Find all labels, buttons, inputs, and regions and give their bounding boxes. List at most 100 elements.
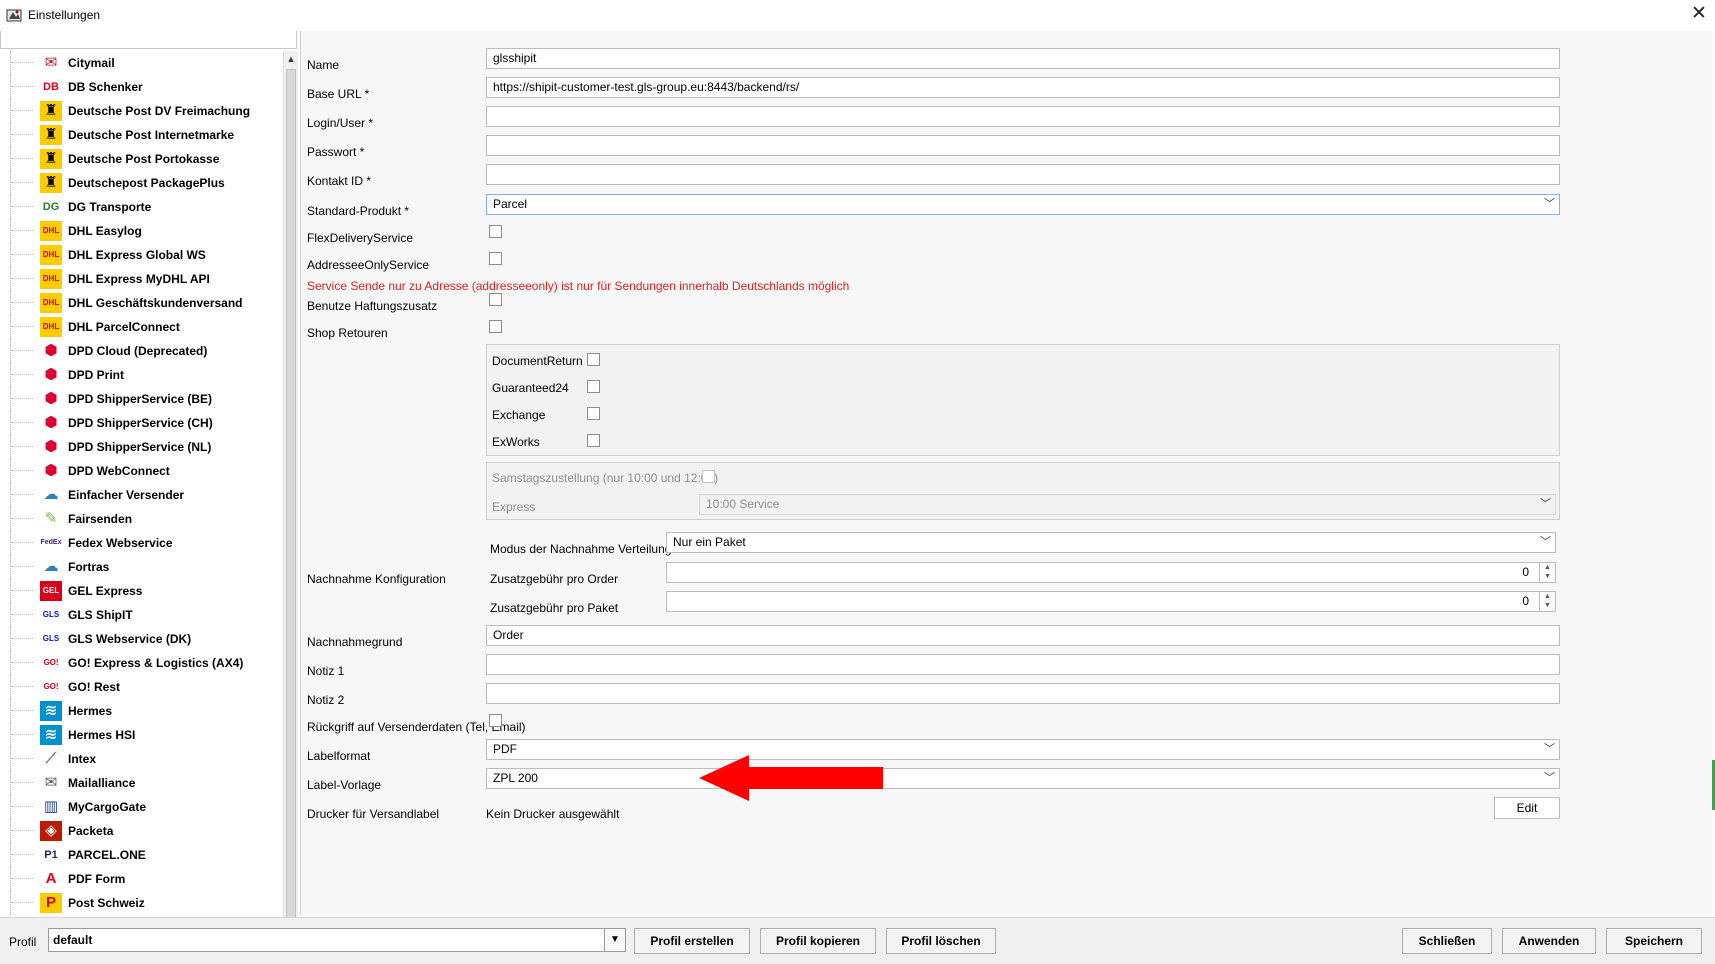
carrier-item[interactable]: A PDF Form (0, 867, 282, 891)
copy-profile-button[interactable]: Profil kopieren (760, 928, 876, 954)
chevron-down-icon[interactable]: ﹀ (1544, 740, 1555, 759)
guaranteed24-checkbox[interactable] (587, 380, 600, 393)
carrier-item[interactable]: ⬢ DPD ShipperService (NL) (0, 435, 282, 459)
note2-field[interactable] (486, 683, 1560, 704)
login-field[interactable] (486, 106, 1560, 127)
carrier-item[interactable]: DHL DHL ParcelConnect (0, 315, 282, 339)
chevron-down-icon[interactable]: ﹀ (1544, 769, 1555, 788)
carrier-item[interactable]: GO! GO! Rest (0, 675, 282, 699)
carrier-item[interactable]: GO! GO! Express & Logistics (AX4) (0, 651, 282, 675)
dhl-icon: DHL (40, 269, 62, 289)
carrier-item[interactable]: ✉ Mailalliance (0, 771, 282, 795)
save-button[interactable]: Speichern (1606, 928, 1702, 954)
fee-order-field[interactable]: 0 ▲ ▼ (666, 562, 1556, 583)
carrier-item[interactable]: DG DG Transporte (0, 195, 282, 219)
note1-field[interactable] (486, 654, 1560, 675)
scroll-thumb[interactable] (286, 69, 296, 929)
create-profile-button[interactable]: Profil erstellen (634, 928, 750, 954)
chevron-down-icon[interactable]: ﹀ (1540, 533, 1551, 552)
cod-mode-select[interactable]: Nur ein Paket ﹀ (666, 532, 1556, 553)
fallback-sender-checkbox[interactable] (489, 714, 502, 727)
carrier-item[interactable]: ⬢ DPD ShipperService (CH) (0, 411, 282, 435)
close-button[interactable]: Schließen (1402, 928, 1492, 954)
carrier-item[interactable]: ♜ Deutsche Post DV Freimachung (0, 99, 282, 123)
express-select[interactable]: 10:00 Service ﹀ (699, 494, 1556, 515)
carrier-item[interactable]: GEL GEL Express (0, 579, 282, 603)
gls-icon: GLS (40, 605, 62, 625)
carrier-item[interactable]: DHL DHL Express MyDHL API (0, 267, 282, 291)
carrier-item[interactable]: P1 PARCEL.ONE (0, 843, 282, 867)
carrier-item[interactable]: ⬢ DPD WebConnect (0, 459, 282, 483)
carrier-label: DHL Geschäftskundenversand (68, 296, 243, 310)
carrier-item[interactable]: ✎ Fairsenden (0, 507, 282, 531)
dhl-icon: DHL (40, 317, 62, 337)
name-field[interactable]: glsshipit (486, 48, 1560, 69)
edit-printer-button[interactable]: Edit (1494, 797, 1560, 819)
carrier-item[interactable]: P Post Schweiz (0, 891, 282, 915)
carrier-label: DB Schenker (68, 80, 143, 94)
label-format-label: Labelformat (307, 749, 371, 763)
carrier-item[interactable]: ♜ Deutschepost PackagePlus (0, 171, 282, 195)
chevron-down-icon[interactable]: ﹀ (1544, 195, 1555, 214)
dg-transporte-icon: DG (40, 197, 62, 217)
carrier-item[interactable]: ▥ MyCargoGate (0, 795, 282, 819)
carrier-tree-scrollbar[interactable]: ▲ ▼ (283, 51, 298, 947)
carrier-item[interactable]: ☁ Fortras (0, 555, 282, 579)
fee-package-field[interactable]: 0 ▲ ▼ (666, 591, 1556, 612)
carrier-label: Post Schweiz (68, 896, 145, 910)
note2-label: Notiz 2 (307, 693, 345, 707)
close-icon[interactable]: ✕ (1688, 3, 1710, 25)
intex-icon: ⟋ (40, 749, 62, 769)
carrier-item[interactable]: GLS GLS Webservice (DK) (0, 627, 282, 651)
standard-product-select[interactable]: Parcel ﹀ (486, 194, 1560, 215)
saturday-checkbox[interactable] (702, 470, 715, 483)
tree-connector (10, 219, 42, 243)
carrier-item[interactable]: ☁ Einfacher Versender (0, 483, 282, 507)
scroll-up-icon[interactable]: ▲ (284, 51, 298, 67)
carrier-item[interactable]: DHL DHL Geschäftskundenversand (0, 291, 282, 315)
shop-returns-checkbox[interactable] (489, 320, 502, 333)
carrier-item[interactable]: FedEx Fedex Webservice (0, 531, 282, 555)
exworks-checkbox[interactable] (587, 434, 600, 447)
base-url-field[interactable]: https://shipit-customer-test.gls-group.e… (486, 77, 1560, 98)
parcel-one-icon: P1 (40, 845, 62, 865)
carrier-item[interactable]: ⬢ DPD Print (0, 363, 282, 387)
carrier-item[interactable]: ✉ Citymail (0, 51, 282, 75)
spinner-icon[interactable]: ▲ ▼ (1539, 592, 1555, 611)
delete-profile-button[interactable]: Profil löschen (886, 928, 996, 954)
carrier-item[interactable]: ◈ Packeta (0, 819, 282, 843)
carrier-item[interactable]: ♜ Deutsche Post Internetmarke (0, 123, 282, 147)
tree-connector (10, 771, 42, 795)
carrier-item[interactable]: DHL DHL Easylog (0, 219, 282, 243)
flex-delivery-checkbox[interactable] (489, 225, 502, 238)
carrier-item[interactable]: GLS GLS ShipIT (0, 603, 282, 627)
label-template-select[interactable]: ZPL 200 ﹀ (486, 768, 1560, 789)
document-return-checkbox[interactable] (587, 353, 600, 366)
carrier-item[interactable]: ≋ Hermes HSI (0, 723, 282, 747)
carrier-item[interactable]: DHL DHL Express Global WS (0, 243, 282, 267)
carrier-item[interactable]: ♜ Deutsche Post Portokasse (0, 147, 282, 171)
carrier-label: Packeta (68, 824, 114, 838)
contact-id-field[interactable] (486, 164, 1560, 185)
label-format-select[interactable]: PDF ﹀ (486, 739, 1560, 760)
exchange-checkbox[interactable] (587, 407, 600, 420)
addressee-only-checkbox[interactable] (489, 252, 502, 265)
cod-reason-field[interactable]: Order (486, 625, 1560, 646)
chevron-down-icon[interactable]: ﹀ (1540, 495, 1551, 514)
profile-select[interactable]: default (48, 928, 622, 952)
carrier-item[interactable]: ⟋ Intex (0, 747, 282, 771)
carrier-label: Einfacher Versender (68, 488, 185, 502)
tree-connector (10, 819, 42, 843)
carrier-item[interactable]: ⬢ DPD ShipperService (BE) (0, 387, 282, 411)
carrier-label: Deutsche Post Portokasse (68, 152, 220, 166)
carrier-item[interactable]: ≋ Hermes (0, 699, 282, 723)
spinner-icon[interactable]: ▲ ▼ (1539, 563, 1555, 582)
carrier-item[interactable]: ⬢ DPD Cloud (Deprecated) (0, 339, 282, 363)
carrier-label: GLS Webservice (DK) (68, 632, 192, 646)
fee-order-value: 0 (1522, 565, 1529, 579)
apply-button[interactable]: Anwenden (1502, 928, 1596, 954)
password-field[interactable] (486, 135, 1560, 156)
carrier-item[interactable]: DB DB Schenker (0, 75, 282, 99)
chevron-down-icon[interactable]: ▼ (604, 928, 626, 952)
liability-checkbox[interactable] (489, 293, 502, 306)
